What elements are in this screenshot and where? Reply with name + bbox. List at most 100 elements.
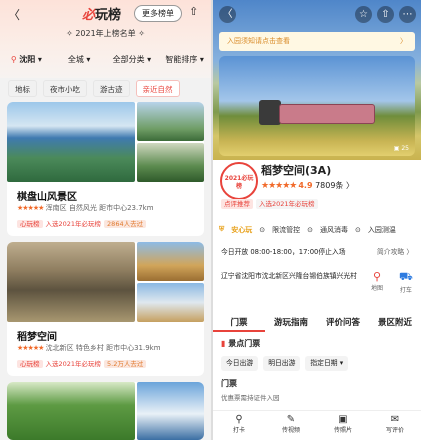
check-icon: ⊙ — [355, 225, 361, 234]
ticket-heading: 门票 — [221, 379, 237, 388]
info-panel: 2021必玩榜 稻梦空间(3A) ★★★★★ 4.9 7809条 〉 点评推荐 入选… — [213, 160, 421, 440]
safety-title: 安心玩 — [231, 225, 253, 234]
review-count[interactable]: 7809条 — [315, 181, 343, 190]
year-title: ✧ 2021年上榜名单 ✧ — [66, 29, 145, 38]
checkin-label: 打卡 — [232, 427, 245, 434]
bottom-action-bar: ⚲ 打卡 ✎ 传视频 ▣ 传照片 ✉ 写评价 — [213, 410, 421, 440]
card-photo-side — [137, 283, 204, 322]
star-rating: ★★★★★ — [17, 344, 44, 352]
card-title: 棋盘山风景区 — [17, 192, 77, 203]
map-button[interactable]: ⚲ 地图 — [371, 270, 383, 292]
upload-photo-label: 传照片 — [333, 427, 352, 434]
upload-video-button[interactable]: ✎ 传视频 — [265, 411, 317, 440]
tomorrow-pill[interactable]: 明日出游 — [263, 356, 301, 371]
area-label: 全城 — [67, 54, 84, 64]
more-rankings-button[interactable]: 更多榜单 — [134, 5, 182, 22]
intro-guide-link[interactable]: 简介攻略 〉 — [377, 246, 413, 256]
category-label: 全部分类 — [112, 54, 145, 64]
badge-row: 点评推荐 入选2021年必玩榜 — [221, 198, 318, 209]
attraction-photo[interactable]: ▣ 25 — [219, 56, 415, 156]
safety-item: 通风消毒 — [320, 225, 348, 234]
card-photo-side — [137, 382, 204, 440]
tag-landmark[interactable]: 地标 — [8, 80, 37, 97]
star-rating: ★★★★★ — [261, 181, 297, 191]
tag-night-market[interactable]: 夜市小吃 — [43, 80, 87, 97]
taxi-label: 打车 — [399, 287, 412, 294]
back-button[interactable]: 〈 — [8, 6, 20, 23]
sort-label: 智能排序 — [165, 54, 198, 64]
recommend-badge: 点评推荐 — [221, 199, 253, 209]
upload-photo-button[interactable]: ▣ 传照片 — [317, 411, 369, 440]
logo-text: 玩榜 — [95, 8, 122, 23]
favorite-icon[interactable]: ☆ — [355, 6, 372, 23]
photo-count-value: 25 — [401, 145, 409, 152]
city-filter[interactable]: ⚲ 沈阳 ▾ — [0, 54, 53, 65]
write-review-button[interactable]: ✉ 写评价 — [369, 411, 421, 440]
section-title: ▮ 景点门票 — [221, 338, 260, 349]
star-rating: ★★★★★ — [17, 204, 44, 212]
write-review-label: 写评价 — [385, 427, 404, 434]
ranking-logo: 2021必玩榜 — [220, 162, 258, 200]
safety-row[interactable]: ⛨ 安心玩 ⊙ 限流管控 ⊙ 通风消毒 ⊙ 入园测温 — [219, 222, 415, 237]
card-meta-text: 浑南区 自然风光 距市中心23.7km — [45, 204, 154, 212]
check-icon: ⊙ — [307, 225, 313, 234]
upload-video-label: 传视频 — [281, 427, 300, 434]
card-photo-side — [137, 242, 204, 281]
photo-icon: ▣ — [338, 414, 348, 425]
share-icon[interactable]: ⇧ — [189, 5, 198, 18]
attraction-name: 稻梦空间(3A) — [261, 164, 332, 177]
badge-text: 入选2021年必玩榜 — [45, 360, 102, 368]
badge-label: 心玩榜 — [17, 360, 43, 368]
taxi-button[interactable]: ⛟ 打车 — [399, 270, 413, 294]
visited-count: 5.2万人去过 — [104, 360, 147, 368]
attraction-card[interactable]: 稻梦空间 ★★★★★ 沈北新区 特色乡村 距市中心31.9km 心玩榜 入选202… — [7, 242, 204, 376]
share-icon[interactable]: ⇧ — [377, 6, 394, 23]
tab-tickets[interactable]: 门票 — [213, 316, 265, 332]
map-pin-icon: ⚲ — [372, 270, 382, 283]
badge-label: 心玩榜 — [17, 220, 43, 228]
tab-bar: 门票 游玩指南 评价问答 景区附近 — [213, 316, 421, 332]
photo-count: ▣ 25 — [393, 145, 409, 152]
attraction-detail-screen: 〈 ☆ ⇧ ⋯ 入园须知请点击查看 〉 ▣ 25 2021必玩榜 稻梦空间(3A)… — [213, 0, 421, 440]
logo-mark: 必 — [82, 8, 96, 23]
ticket-icon: ▮ — [221, 339, 226, 348]
tab-reviews[interactable]: 评价问答 — [317, 316, 369, 332]
today-pill[interactable]: 今日出游 — [221, 356, 259, 371]
train-car-shape — [279, 104, 375, 124]
city-label: 沈阳 — [19, 54, 36, 64]
section-title-text: 景点门票 — [228, 339, 261, 348]
ticket-note: 优惠票需持证件入园 — [221, 394, 280, 402]
check-icon: ⊙ — [259, 225, 266, 234]
entry-notice-banner[interactable]: 入园须知请点击查看 〉 — [219, 32, 415, 51]
more-icon[interactable]: ⋯ — [399, 6, 416, 23]
video-icon: ✎ — [286, 414, 296, 425]
card-meta: ★★★★★ 浑南区 自然风光 距市中心23.7km — [17, 203, 154, 213]
attraction-card[interactable] — [7, 382, 204, 440]
notice-text: 入园须知请点击查看 — [227, 37, 290, 45]
card-photo-side — [137, 102, 204, 141]
ranking-badge: 入选2021年必玩榜 — [256, 199, 318, 209]
category-filter[interactable]: 全部分类 ▾ — [106, 54, 159, 65]
back-button[interactable]: 〈 — [219, 6, 236, 23]
tab-guide[interactable]: 游玩指南 — [265, 316, 317, 332]
location-pin-icon: ⚲ — [10, 54, 17, 64]
attraction-card[interactable]: 棋盘山风景区 ★★★★★ 浑南区 自然风光 距市中心23.7km 心玩榜 入选20… — [7, 102, 204, 236]
review-icon: ✉ — [390, 414, 400, 425]
tag-row: 地标 夜市小吃 游古迹 亲近自然 — [0, 80, 211, 102]
ranking-list-screen: 〈 必玩榜 更多榜单 ⇧ ✧ 2021年上榜名单 ✧ ⚲ 沈阳 ▾ 全城 ▾ 全… — [0, 0, 211, 440]
ranking-badge: 心玩榜 入选2021年必玩榜 2864人去过 — [17, 218, 147, 228]
checkin-button[interactable]: ⚲ 打卡 — [213, 411, 265, 440]
train-engine-shape — [259, 100, 281, 125]
card-meta-text: 沈北新区 特色乡村 距市中心31.9km — [45, 344, 161, 352]
tab-nearby[interactable]: 景区附近 — [369, 316, 421, 332]
tag-ancient-sites[interactable]: 游古迹 — [93, 80, 130, 97]
opening-hours: 今日开放 08:00-18:00，17:00停止入场 — [221, 248, 346, 256]
sort-filter[interactable]: 智能排序 ▾ — [158, 54, 211, 65]
date-pills: 今日出游 明日出游 指定日期 ▾ — [221, 356, 349, 371]
card-meta: ★★★★★ 沈北新区 特色乡村 距市中心31.9km — [17, 343, 161, 353]
pick-date-pill[interactable]: 指定日期 ▾ — [305, 356, 349, 371]
ranking-header: 〈 必玩榜 更多榜单 ⇧ ✧ 2021年上榜名单 ✧ ⚲ 沈阳 ▾ 全城 ▾ 全… — [0, 0, 211, 78]
tag-nature[interactable]: 亲近自然 — [135, 80, 180, 97]
safety-item: 入园测温 — [367, 225, 396, 234]
area-filter[interactable]: 全城 ▾ — [53, 54, 106, 65]
